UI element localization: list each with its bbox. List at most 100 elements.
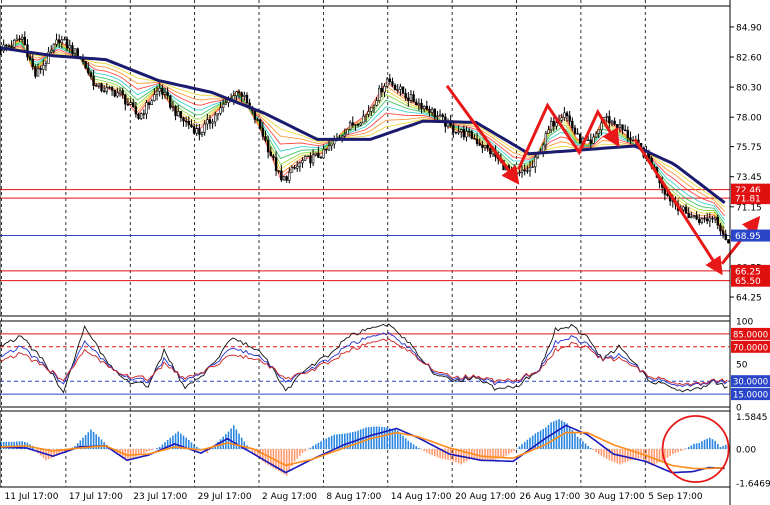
- candle-body: [708, 217, 712, 222]
- candle-body: [95, 85, 98, 87]
- histogram-bar: [508, 449, 510, 455]
- candle-body: [348, 122, 352, 130]
- candle-body: [354, 124, 357, 126]
- x-tick-label: 14 Aug 17:00: [391, 492, 452, 502]
- histogram-bar: [317, 442, 320, 449]
- candle-body: [73, 48, 77, 54]
- histogram-bar: [502, 449, 505, 458]
- histogram-bar: [336, 434, 338, 449]
- candle-body: [375, 100, 378, 106]
- candle-body: [39, 68, 42, 70]
- histogram-bar: [412, 444, 415, 449]
- price-label: 71.81: [735, 195, 761, 205]
- histogram-bar: [426, 449, 428, 453]
- candle-body: [211, 121, 214, 124]
- candle-body: [290, 167, 294, 173]
- candle-body: [28, 56, 32, 60]
- histogram-bar: [489, 449, 492, 461]
- histogram-bar: [555, 420, 558, 449]
- histogram-bar: [301, 449, 304, 454]
- candle-body: [441, 114, 444, 118]
- candle-body: [346, 129, 349, 135]
- x-tick-label: 11 Jul 17:00: [5, 492, 59, 502]
- histogram-bar: [719, 446, 722, 449]
- candle-body: [512, 170, 516, 175]
- candle-body: [711, 217, 714, 220]
- histogram-bar: [296, 449, 299, 459]
- candle-body: [319, 157, 323, 159]
- candle-body: [169, 95, 172, 108]
- histogram-bar: [156, 447, 158, 449]
- candle-body: [200, 132, 204, 135]
- candle-body: [303, 156, 307, 161]
- histogram-bar: [706, 438, 708, 449]
- candle-body: [388, 78, 392, 82]
- histogram-bar: [198, 448, 201, 449]
- candle-body: [610, 120, 614, 124]
- candle-body: [457, 131, 460, 134]
- histogram-bar: [314, 444, 317, 449]
- histogram-bar: [566, 423, 568, 449]
- hist-tick-label: 0.00: [736, 446, 756, 456]
- candle-body: [179, 111, 183, 119]
- candle-body: [155, 90, 159, 95]
- candle-body: [478, 143, 481, 146]
- candle-body: [301, 160, 304, 164]
- histogram-bar: [351, 432, 354, 449]
- candle-body: [266, 139, 270, 153]
- histogram-bar: [592, 449, 595, 451]
- histogram-bar: [590, 447, 592, 449]
- hist-tick-label: -1.6469: [736, 479, 770, 489]
- candle-body: [528, 166, 532, 172]
- candle-body: [259, 119, 262, 129]
- histogram-bar: [307, 449, 309, 450]
- histogram-bar: [656, 449, 658, 464]
- candle-body: [60, 39, 64, 44]
- histogram-bar: [402, 435, 404, 449]
- candle-body: [216, 113, 220, 116]
- osc-tick-label: 50: [736, 361, 748, 371]
- histogram-bar: [619, 449, 621, 465]
- candle-body: [592, 136, 595, 144]
- y-tick-label: 78.00: [736, 114, 762, 124]
- candle-body: [571, 120, 574, 129]
- candle-body: [15, 38, 19, 41]
- histogram-bar: [325, 438, 328, 449]
- candle-body: [126, 103, 130, 106]
- candle-body: [721, 230, 725, 235]
- candle-body: [401, 86, 405, 94]
- candle-body: [597, 129, 600, 134]
- histogram-bar: [529, 437, 531, 449]
- candle-body: [253, 109, 257, 120]
- candle-body: [552, 120, 555, 127]
- candle-body: [713, 216, 717, 220]
- candle-body: [515, 172, 518, 175]
- histogram-bar: [600, 449, 603, 456]
- candle-body: [330, 143, 333, 147]
- candle-body: [560, 117, 563, 121]
- candle-body: [296, 165, 299, 169]
- candle-body: [690, 216, 693, 219]
- candle-body: [692, 215, 696, 217]
- candle-body: [489, 147, 492, 155]
- histogram-bar: [333, 434, 336, 449]
- histogram-bar: [679, 449, 682, 452]
- y-tick-label: 71.15: [736, 203, 762, 213]
- histogram-bar: [597, 449, 600, 455]
- histogram-bar: [293, 449, 296, 462]
- candle-body: [716, 216, 719, 226]
- histogram-bar: [552, 421, 555, 449]
- candle-body: [380, 87, 384, 93]
- histogram-bar: [230, 428, 232, 449]
- candle-body: [224, 102, 228, 105]
- candle-body: [237, 91, 241, 93]
- histogram-bar: [410, 442, 412, 449]
- candle-body: [203, 123, 206, 133]
- candle-body: [20, 36, 24, 40]
- candle-body: [565, 112, 569, 117]
- histogram-bar: [674, 449, 677, 454]
- candle-body: [378, 87, 381, 101]
- histogram-bar: [693, 443, 695, 449]
- candle-body: [407, 97, 410, 101]
- candle-body: [383, 85, 386, 93]
